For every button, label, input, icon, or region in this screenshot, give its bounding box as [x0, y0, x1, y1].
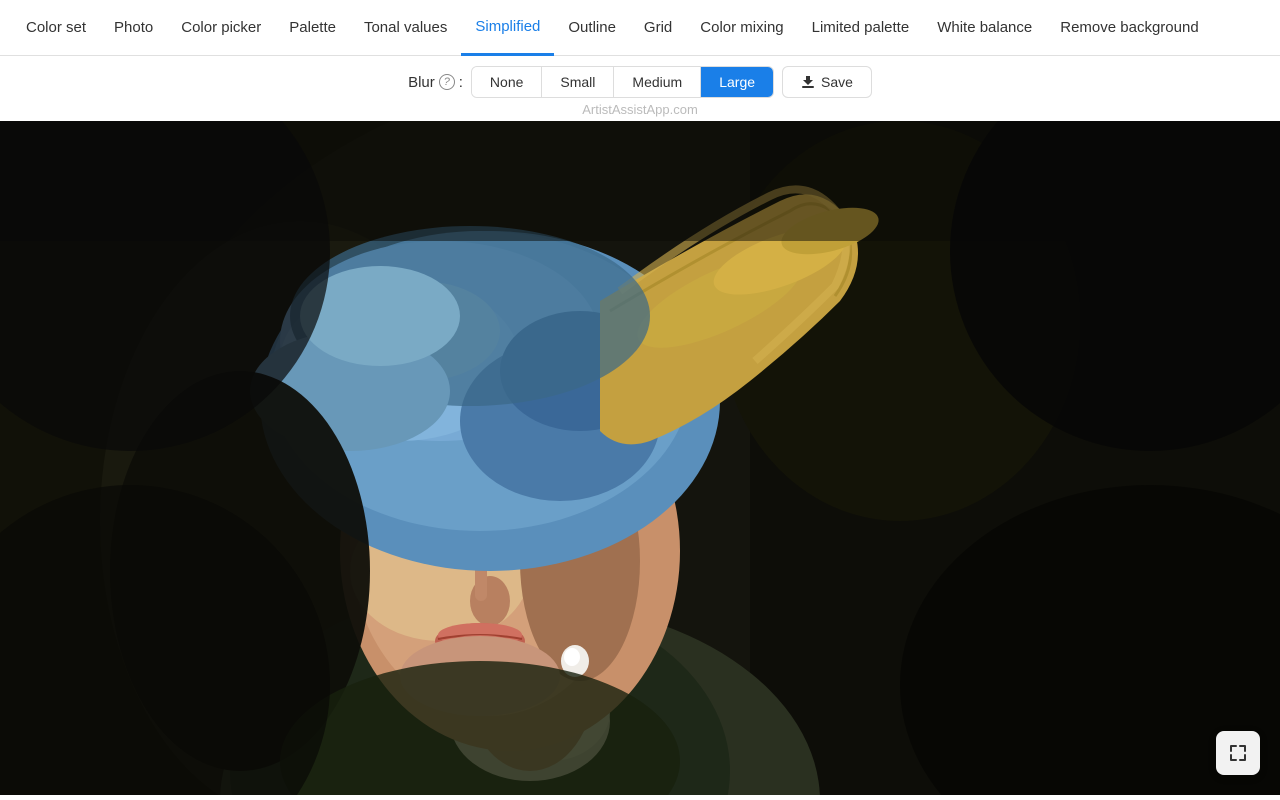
- fullscreen-button[interactable]: [1216, 731, 1260, 775]
- top-nav: Color setPhotoColor pickerPaletteTonal v…: [0, 0, 1280, 56]
- nav-item-white-balance[interactable]: White balance: [923, 0, 1046, 56]
- save-label: Save: [821, 74, 853, 90]
- blur-text: Blur: [408, 74, 435, 91]
- image-area: [0, 121, 1280, 795]
- nav-item-palette[interactable]: Palette: [275, 0, 350, 56]
- blur-colon: :: [459, 74, 463, 91]
- nav-item-limited-palette[interactable]: Limited palette: [798, 0, 924, 56]
- nav-item-outline[interactable]: Outline: [554, 0, 630, 56]
- nav-item-remove-background[interactable]: Remove background: [1046, 0, 1212, 56]
- expand-icon: [1228, 743, 1248, 763]
- blur-btn-group: NoneSmallMediumLarge: [471, 66, 774, 98]
- blur-label: Blur ? :: [408, 74, 463, 91]
- blur-btn-medium[interactable]: Medium: [614, 67, 701, 97]
- blur-btn-large[interactable]: Large: [701, 67, 773, 97]
- nav-item-color-picker[interactable]: Color picker: [167, 0, 275, 56]
- nav-item-color-set[interactable]: Color set: [12, 0, 100, 56]
- nav-item-grid[interactable]: Grid: [630, 0, 686, 56]
- blur-bar: Blur ? : NoneSmallMediumLarge Save: [0, 56, 1280, 106]
- nav-item-tonal-values[interactable]: Tonal values: [350, 0, 461, 56]
- save-button[interactable]: Save: [782, 66, 872, 98]
- nav-item-photo[interactable]: Photo: [100, 0, 167, 56]
- blur-btn-none[interactable]: None: [472, 67, 542, 97]
- painting-svg: [0, 121, 1280, 795]
- help-icon[interactable]: ?: [439, 74, 455, 90]
- nav-item-color-mixing[interactable]: Color mixing: [686, 0, 797, 56]
- download-icon: [801, 75, 815, 89]
- nav-item-simplified[interactable]: Simplified: [461, 0, 554, 56]
- blur-btn-small[interactable]: Small: [542, 67, 614, 97]
